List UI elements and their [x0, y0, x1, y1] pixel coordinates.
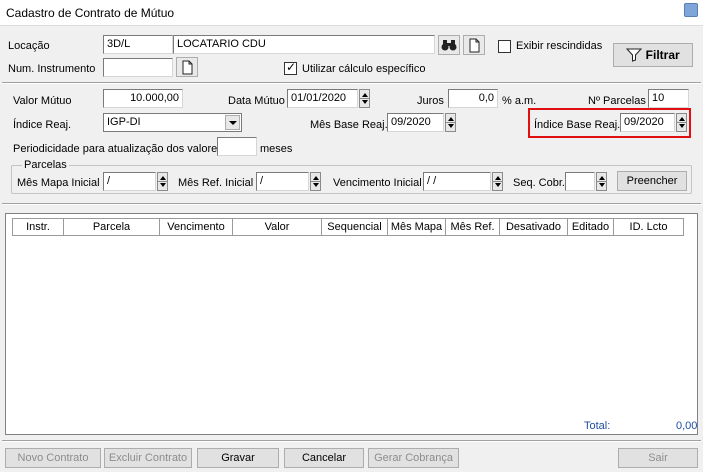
mes-base-reaj-label: Mês Base Reaj. — [310, 119, 388, 131]
new-locacao-button[interactable] — [463, 35, 485, 55]
cancelar-button[interactable]: Cancelar — [284, 448, 364, 468]
total-label: Total: — [584, 420, 611, 432]
juros-input[interactable]: 0,0 — [448, 89, 498, 108]
column-header-mes-ref[interactable]: Mês Ref. — [446, 218, 500, 236]
periodicidade-unit: meses — [260, 143, 293, 155]
parcelas-grid[interactable]: Instr. Parcela Vencimento Valor Sequenci… — [5, 213, 698, 435]
window-title: Cadastro de Contrato de Mútuo — [6, 6, 175, 20]
juros-unit: % a.m. — [502, 95, 537, 107]
separator — [2, 440, 701, 442]
indice-reaj-value: IGP-DI — [107, 116, 141, 128]
column-header-valor[interactable]: Valor — [233, 218, 322, 236]
n-parcelas-input[interactable]: 10 — [648, 89, 689, 108]
indice-base-reaj-label: Índice Base Reaj. — [534, 119, 621, 131]
column-header-desativado[interactable]: Desativado — [500, 218, 568, 236]
mes-mapa-input[interactable]: / — [103, 172, 156, 191]
excluir-contrato-button[interactable]: Excluir Contrato — [104, 448, 192, 468]
periodicidade-input[interactable] — [217, 137, 257, 156]
locacao-name-input[interactable]: LOCATARIO CDU — [173, 35, 435, 54]
separator — [2, 203, 701, 205]
column-header-editado[interactable]: Editado — [568, 218, 614, 236]
mes-base-reaj-spinner[interactable] — [445, 113, 456, 132]
utilizar-calculo-label: Utilizar cálculo específico — [302, 63, 426, 75]
indice-reaj-select[interactable]: IGP-DI — [103, 113, 242, 132]
n-parcelas-label: Nº Parcelas — [588, 95, 646, 107]
valor-mutuo-label: Valor Mútuo — [13, 95, 72, 107]
gerar-cobranca-button[interactable]: Gerar Cobrança — [368, 448, 459, 468]
indice-reaj-label: Índice Reaj. — [13, 119, 72, 131]
vencimento-spinner[interactable] — [492, 172, 503, 191]
new-instrumento-button[interactable] — [176, 57, 198, 77]
indice-base-reaj-input[interactable]: 09/2020 — [620, 113, 675, 132]
funnel-icon — [626, 48, 643, 62]
seq-cobr-label: Seq. Cobr. — [513, 177, 565, 189]
mes-ref-label: Mês Ref. Inicial — [178, 177, 254, 189]
data-mutuo-input[interactable]: 01/01/2020 — [287, 89, 358, 108]
column-header-parcela[interactable]: Parcela — [64, 218, 160, 236]
mes-ref-spinner[interactable] — [310, 172, 321, 191]
preencher-button[interactable]: Preencher — [617, 171, 687, 191]
mes-mapa-label: Mês Mapa Inicial — [17, 177, 100, 189]
num-instrumento-input[interactable] — [103, 58, 173, 77]
periodicidade-label: Periodicidade para atualização dos valor… — [13, 143, 223, 155]
column-header-id-lcto[interactable]: ID. Lcto — [614, 218, 684, 236]
data-mutuo-label: Data Mútuo — [228, 95, 285, 107]
seq-cobr-input[interactable] — [565, 172, 595, 191]
parcelas-group-label: Parcelas — [22, 158, 69, 172]
vencimento-label: Vencimento Inicial — [333, 177, 422, 189]
mes-ref-input[interactable]: / — [256, 172, 309, 191]
filtrar-label: Filtrar — [645, 48, 680, 62]
seq-cobr-spinner[interactable] — [596, 172, 607, 191]
utilizar-calculo-checkbox[interactable] — [284, 60, 297, 75]
document-icon — [469, 38, 480, 53]
indice-base-reaj-spinner[interactable] — [676, 113, 687, 132]
separator — [2, 82, 701, 84]
search-locacao-button[interactable] — [438, 35, 460, 55]
column-header-sequencial[interactable]: Sequencial — [322, 218, 388, 236]
document-icon — [182, 60, 193, 75]
valor-mutuo-input[interactable]: 10.000,00 — [103, 89, 183, 108]
locacao-code-input[interactable]: 3D/L — [103, 35, 173, 54]
exibir-rescindidas-label: Exibir rescindidas — [516, 40, 603, 52]
locacao-label: Locação — [8, 40, 50, 52]
column-header-vencimento[interactable]: Vencimento — [160, 218, 233, 236]
total-value: 0,00 — [676, 420, 698, 432]
num-instrumento-label: Num. Instrumento — [8, 63, 96, 75]
mes-mapa-spinner[interactable] — [157, 172, 168, 191]
exibir-rescindidas-checkbox[interactable] — [498, 40, 511, 53]
column-header-mes-mapa[interactable]: Mês Mapa — [388, 218, 446, 236]
gravar-button[interactable]: Gravar — [197, 448, 279, 468]
close-window-icon[interactable] — [684, 3, 698, 17]
title-bar: Cadastro de Contrato de Mútuo — [0, 0, 703, 26]
filtrar-button[interactable]: Filtrar — [613, 43, 693, 67]
novo-contrato-button[interactable]: Novo Contrato — [5, 448, 101, 468]
binoculars-icon — [441, 40, 457, 51]
data-mutuo-spinner[interactable] — [359, 89, 370, 108]
chevron-down-icon[interactable] — [225, 115, 240, 130]
column-header-instr[interactable]: Instr. — [12, 218, 64, 236]
mes-base-reaj-input[interactable]: 09/2020 — [387, 113, 444, 132]
grid-header: Instr. Parcela Vencimento Valor Sequenci… — [12, 218, 684, 236]
vencimento-input[interactable]: / / — [423, 172, 491, 191]
sair-button[interactable]: Sair — [618, 448, 698, 468]
juros-label: Juros — [417, 95, 444, 107]
